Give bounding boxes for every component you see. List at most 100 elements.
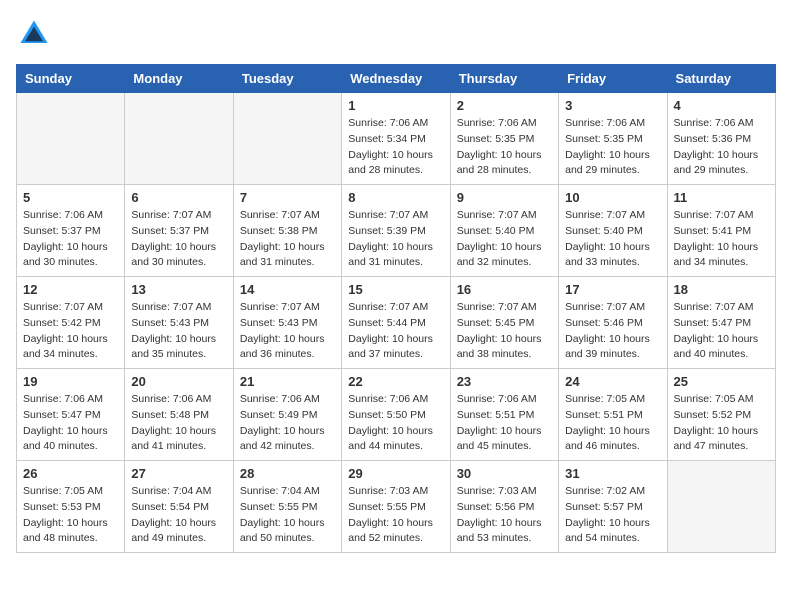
calendar-cell [125, 93, 233, 185]
day-number: 22 [348, 374, 443, 389]
day-number: 12 [23, 282, 118, 297]
calendar-week-row: 1 Sunrise: 7:06 AM Sunset: 5:34 PM Daylig… [17, 93, 776, 185]
calendar-cell: 8Sunrise: 7:07 AM Sunset: 5:39 PM Daylig… [342, 185, 450, 277]
calendar-cell: 28Sunrise: 7:04 AM Sunset: 5:55 PM Dayli… [233, 461, 341, 553]
logo [16, 16, 58, 52]
day-number: 10 [565, 190, 660, 205]
day-number: 3 [565, 98, 660, 113]
calendar-cell: 21Sunrise: 7:06 AM Sunset: 5:49 PM Dayli… [233, 369, 341, 461]
calendar-cell [233, 93, 341, 185]
column-header-tuesday: Tuesday [233, 65, 341, 93]
calendar-cell: 5 Sunrise: 7:06 AM Sunset: 5:37 PM Daylig… [17, 185, 125, 277]
day-info: Sunrise: 7:06 AM Sunset: 5:34 PM Dayligh… [348, 116, 443, 179]
day-number: 15 [348, 282, 443, 297]
day-info: Sunrise: 7:06 AM Sunset: 5:51 PM Dayligh… [457, 392, 552, 455]
day-info: Sunrise: 7:06 AM Sunset: 5:48 PM Dayligh… [131, 392, 226, 455]
day-number: 25 [674, 374, 769, 389]
day-number: 24 [565, 374, 660, 389]
column-header-thursday: Thursday [450, 65, 558, 93]
day-info: Sunrise: 7:07 AM Sunset: 5:45 PM Dayligh… [457, 300, 552, 363]
calendar-cell [17, 93, 125, 185]
day-info: Sunrise: 7:07 AM Sunset: 5:46 PM Dayligh… [565, 300, 660, 363]
calendar-cell: 4 Sunrise: 7:06 AM Sunset: 5:36 PM Daylig… [667, 93, 775, 185]
calendar-cell: 7 Sunrise: 7:07 AM Sunset: 5:38 PM Daylig… [233, 185, 341, 277]
day-number: 13 [131, 282, 226, 297]
calendar-cell: 24 Sunrise: 7:05 AM Sunset: 5:51 PM Dayli… [559, 369, 667, 461]
calendar-cell: 22 Sunrise: 7:06 AM Sunset: 5:50 PM Dayli… [342, 369, 450, 461]
calendar-cell: 12Sunrise: 7:07 AM Sunset: 5:42 PM Dayli… [17, 277, 125, 369]
day-number: 8 [348, 190, 443, 205]
day-number: 1 [348, 98, 443, 113]
day-number: 6 [131, 190, 226, 205]
column-header-friday: Friday [559, 65, 667, 93]
calendar-cell: 14 Sunrise: 7:07 AM Sunset: 5:43 PM Dayli… [233, 277, 341, 369]
calendar-cell: 2Sunrise: 7:06 AM Sunset: 5:35 PM Daylig… [450, 93, 558, 185]
day-number: 16 [457, 282, 552, 297]
day-number: 5 [23, 190, 118, 205]
page-header [16, 16, 776, 52]
calendar-cell [667, 461, 775, 553]
calendar-week-row: 12Sunrise: 7:07 AM Sunset: 5:42 PM Dayli… [17, 277, 776, 369]
calendar-cell: 15 Sunrise: 7:07 AM Sunset: 5:44 PM Dayli… [342, 277, 450, 369]
day-info: Sunrise: 7:06 AM Sunset: 5:50 PM Dayligh… [348, 392, 443, 455]
day-number: 2 [457, 98, 552, 113]
day-info: Sunrise: 7:07 AM Sunset: 5:43 PM Dayligh… [240, 300, 335, 363]
day-info: Sunrise: 7:02 AM Sunset: 5:57 PM Dayligh… [565, 484, 660, 547]
day-number: 7 [240, 190, 335, 205]
day-info: Sunrise: 7:05 AM Sunset: 5:53 PM Dayligh… [23, 484, 118, 547]
day-info: Sunrise: 7:06 AM Sunset: 5:36 PM Dayligh… [674, 116, 769, 179]
day-info: Sunrise: 7:04 AM Sunset: 5:55 PM Dayligh… [240, 484, 335, 547]
calendar-cell: 10 Sunrise: 7:07 AM Sunset: 5:40 PM Dayli… [559, 185, 667, 277]
calendar-week-row: 26 Sunrise: 7:05 AM Sunset: 5:53 PM Dayli… [17, 461, 776, 553]
calendar-cell: 16 Sunrise: 7:07 AM Sunset: 5:45 PM Dayli… [450, 277, 558, 369]
calendar-cell: 26 Sunrise: 7:05 AM Sunset: 5:53 PM Dayli… [17, 461, 125, 553]
calendar: SundayMondayTuesdayWednesdayThursdayFrid… [16, 64, 776, 553]
day-number: 19 [23, 374, 118, 389]
day-info: Sunrise: 7:05 AM Sunset: 5:52 PM Dayligh… [674, 392, 769, 455]
day-info: Sunrise: 7:07 AM Sunset: 5:37 PM Dayligh… [131, 208, 226, 271]
calendar-cell: 29Sunrise: 7:03 AM Sunset: 5:55 PM Dayli… [342, 461, 450, 553]
day-info: Sunrise: 7:07 AM Sunset: 5:43 PM Dayligh… [131, 300, 226, 363]
calendar-cell: 17 Sunrise: 7:07 AM Sunset: 5:46 PM Dayli… [559, 277, 667, 369]
day-info: Sunrise: 7:06 AM Sunset: 5:35 PM Dayligh… [565, 116, 660, 179]
column-header-monday: Monday [125, 65, 233, 93]
day-info: Sunrise: 7:07 AM Sunset: 5:40 PM Dayligh… [565, 208, 660, 271]
calendar-cell: 13 Sunrise: 7:07 AM Sunset: 5:43 PM Dayli… [125, 277, 233, 369]
day-info: Sunrise: 7:06 AM Sunset: 5:49 PM Dayligh… [240, 392, 335, 455]
day-number: 29 [348, 466, 443, 481]
calendar-cell: 3 Sunrise: 7:06 AM Sunset: 5:35 PM Daylig… [559, 93, 667, 185]
day-number: 11 [674, 190, 769, 205]
day-info: Sunrise: 7:05 AM Sunset: 5:51 PM Dayligh… [565, 392, 660, 455]
day-number: 30 [457, 466, 552, 481]
calendar-cell: 1 Sunrise: 7:06 AM Sunset: 5:34 PM Daylig… [342, 93, 450, 185]
day-number: 17 [565, 282, 660, 297]
day-info: Sunrise: 7:06 AM Sunset: 5:47 PM Dayligh… [23, 392, 118, 455]
day-number: 26 [23, 466, 118, 481]
column-header-wednesday: Wednesday [342, 65, 450, 93]
day-number: 14 [240, 282, 335, 297]
day-info: Sunrise: 7:07 AM Sunset: 5:47 PM Dayligh… [674, 300, 769, 363]
calendar-cell: 25 Sunrise: 7:05 AM Sunset: 5:52 PM Dayli… [667, 369, 775, 461]
calendar-week-row: 5 Sunrise: 7:06 AM Sunset: 5:37 PM Daylig… [17, 185, 776, 277]
day-info: Sunrise: 7:07 AM Sunset: 5:44 PM Dayligh… [348, 300, 443, 363]
day-info: Sunrise: 7:06 AM Sunset: 5:37 PM Dayligh… [23, 208, 118, 271]
day-info: Sunrise: 7:07 AM Sunset: 5:40 PM Dayligh… [457, 208, 552, 271]
calendar-cell: 31 Sunrise: 7:02 AM Sunset: 5:57 PM Dayli… [559, 461, 667, 553]
calendar-cell: 19 Sunrise: 7:06 AM Sunset: 5:47 PM Dayli… [17, 369, 125, 461]
calendar-header-row: SundayMondayTuesdayWednesdayThursdayFrid… [17, 65, 776, 93]
day-info: Sunrise: 7:04 AM Sunset: 5:54 PM Dayligh… [131, 484, 226, 547]
calendar-cell: 18 Sunrise: 7:07 AM Sunset: 5:47 PM Dayli… [667, 277, 775, 369]
calendar-cell: 23Sunrise: 7:06 AM Sunset: 5:51 PM Dayli… [450, 369, 558, 461]
day-number: 27 [131, 466, 226, 481]
calendar-cell: 20 Sunrise: 7:06 AM Sunset: 5:48 PM Dayli… [125, 369, 233, 461]
day-number: 18 [674, 282, 769, 297]
day-number: 4 [674, 98, 769, 113]
day-info: Sunrise: 7:07 AM Sunset: 5:38 PM Dayligh… [240, 208, 335, 271]
calendar-cell: 9 Sunrise: 7:07 AM Sunset: 5:40 PM Daylig… [450, 185, 558, 277]
calendar-cell: 27 Sunrise: 7:04 AM Sunset: 5:54 PM Dayli… [125, 461, 233, 553]
day-number: 9 [457, 190, 552, 205]
column-header-sunday: Sunday [17, 65, 125, 93]
day-number: 31 [565, 466, 660, 481]
day-number: 20 [131, 374, 226, 389]
calendar-cell: 11Sunrise: 7:07 AM Sunset: 5:41 PM Dayli… [667, 185, 775, 277]
